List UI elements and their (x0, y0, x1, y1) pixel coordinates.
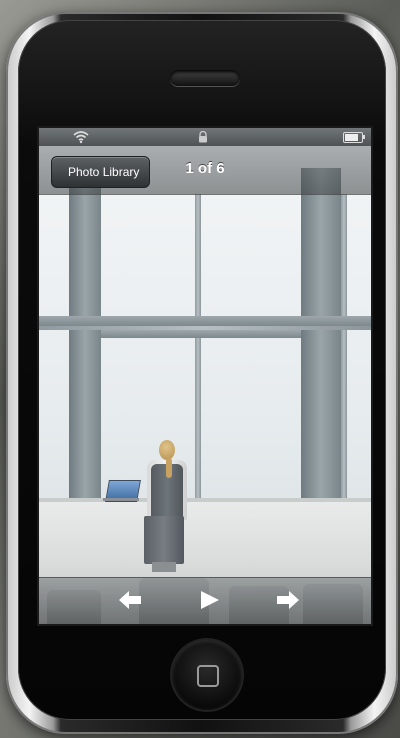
photo-mullion (39, 326, 371, 330)
photo-pillar (69, 168, 101, 508)
photo-laptop-base (103, 498, 139, 501)
photo-pillar (301, 168, 341, 508)
photo-toolbar (39, 577, 371, 624)
photo-view[interactable] (39, 128, 371, 624)
photo-beam (101, 330, 301, 338)
wifi-icon (73, 131, 89, 144)
screen: Photo Library 1 of 6 (39, 128, 371, 624)
arrow-right-icon[interactable] (275, 588, 301, 612)
home-square-icon (197, 665, 219, 687)
photo-person-head (159, 440, 175, 460)
photo-counter-title: 1 of 6 (185, 160, 225, 177)
photo-mullion (341, 194, 347, 504)
battery-icon (343, 132, 365, 143)
photo-person-skirt (144, 516, 184, 564)
photo-mullion (195, 194, 201, 504)
arrow-left-icon[interactable] (117, 588, 143, 612)
lock-icon (199, 131, 207, 143)
play-icon[interactable] (196, 588, 222, 612)
earpiece-speaker (170, 70, 240, 86)
status-bar (39, 128, 371, 146)
photo-beam (39, 316, 371, 326)
navigation-bar: Photo Library 1 of 6 (39, 146, 371, 195)
home-button[interactable] (172, 640, 242, 710)
photo-person-hair (166, 458, 172, 478)
